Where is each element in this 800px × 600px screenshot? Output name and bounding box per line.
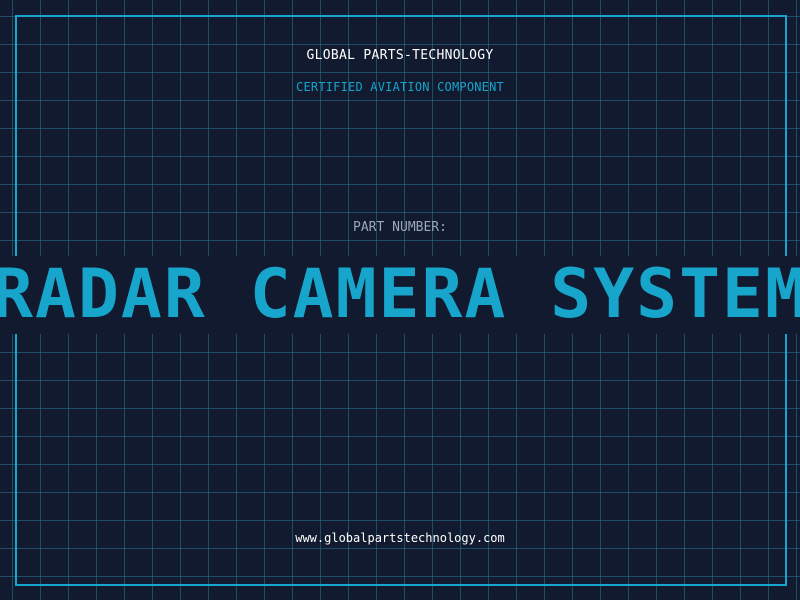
company-name: GLOBAL PARTS-TECHNOLOGY (306, 48, 494, 63)
website-link[interactable]: www.globalpartstechnology.com (0, 531, 800, 545)
part-number-value: RADAR CAMERA SYSTEM (0, 256, 800, 334)
part-number-label: PART NUMBER: (353, 220, 447, 235)
certification-subtitle: CERTIFIED AVIATION COMPONENT (296, 80, 504, 94)
part-number-band: RADAR CAMERA SYSTEM (0, 256, 800, 334)
component-card: GLOBAL PARTS-TECHNOLOGY CERTIFIED AVIATI… (0, 0, 800, 600)
